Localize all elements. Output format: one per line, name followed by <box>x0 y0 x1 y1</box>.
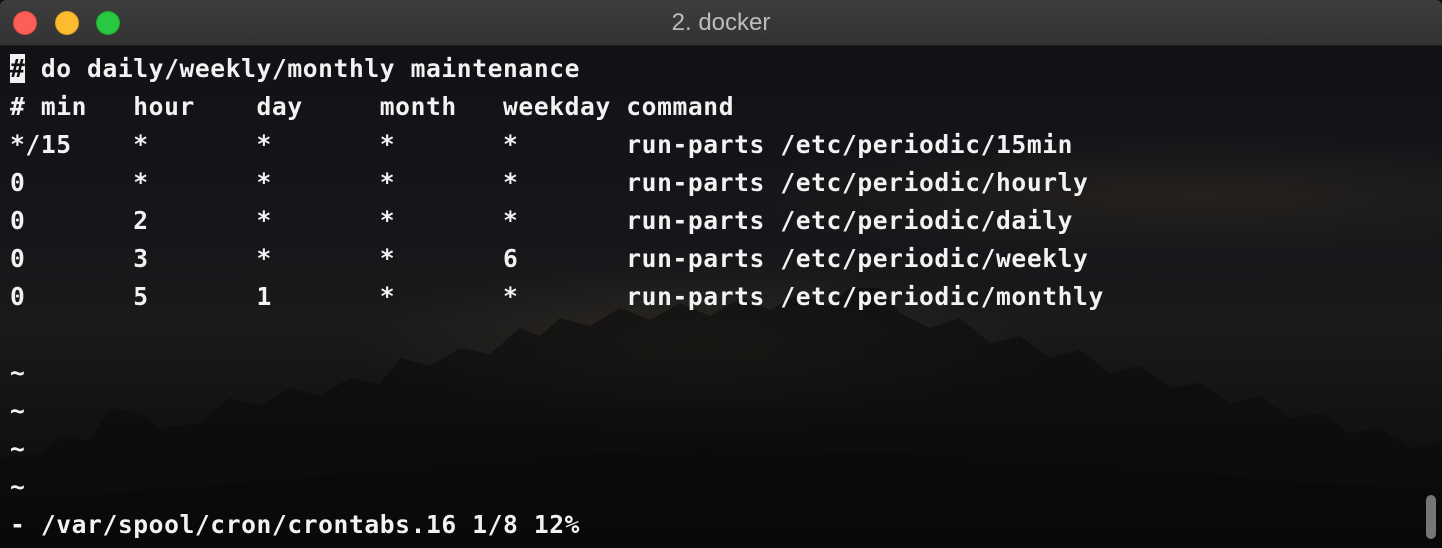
empty-line-tilde: ~ <box>10 472 26 501</box>
empty-line-tilde: ~ <box>10 434 26 463</box>
status-line: - /var/spool/cron/crontabs.16 1/8 12% <box>10 510 581 539</box>
window-title: 2. docker <box>671 9 771 36</box>
editor-line-5: 0 2 * * * run-parts /etc/periodic/daily <box>10 206 1074 235</box>
editor-line-7: 0 5 1 * * run-parts /etc/periodic/monthl… <box>10 282 1104 311</box>
scrollbar-thumb[interactable] <box>1426 495 1436 539</box>
editor-line-6: 0 3 * * 6 run-parts /etc/periodic/weekly <box>10 244 1089 273</box>
line-text: do daily/weekly/monthly maintenance <box>25 54 581 83</box>
empty-line-tilde: ~ <box>10 396 26 425</box>
terminal-content[interactable]: # do daily/weekly/monthly maintenance # … <box>0 46 1442 548</box>
editor-line-1: # do daily/weekly/monthly maintenance <box>10 50 580 88</box>
text-cursor: # <box>10 54 26 83</box>
editor-line-4: 0 * * * * run-parts /etc/periodic/hourly <box>10 168 1089 197</box>
empty-line-tilde: ~ <box>10 358 26 387</box>
editor-line-3: */15 * * * * run-parts /etc/periodic/15m… <box>10 130 1074 159</box>
editor-line-2: # min hour day month weekday command <box>10 92 735 121</box>
terminal-window: 2. docker # do daily/weekly/monthly main… <box>0 0 1442 548</box>
title-bar[interactable]: 2. docker <box>0 0 1442 46</box>
